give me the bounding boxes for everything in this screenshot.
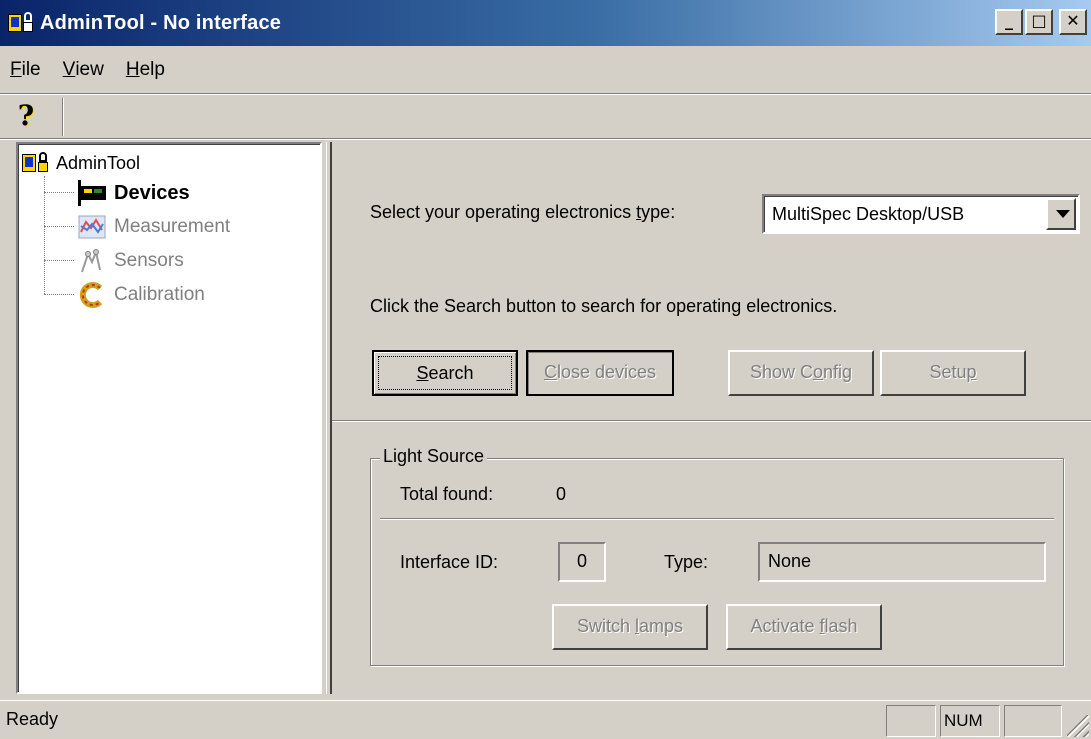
admintool-app-icon[interactable] [8,10,34,36]
status-bar: Ready NUM [0,700,1091,739]
setup-accel: p [966,362,977,382]
electronics-type-label: Select your operating electronics type: [370,202,675,223]
tree-item-sensors-label: Sensors [114,250,184,271]
search-hint-text: Click the Search button to search for op… [370,296,838,316]
show-config-pre: Show C [749,362,813,382]
activate-flash-rest: lash [824,616,858,636]
menu-file-rest: ile [21,59,41,80]
menu-help[interactable]: Help [126,59,165,81]
maximize-icon: □ [1031,11,1047,30]
interface-id-field: 0 [558,542,606,582]
measurement-chart-icon [78,214,106,240]
setup-pre: Setu [929,362,967,382]
tree-item-measurement-label: Measurement [114,216,231,237]
search-button-focus: Search [378,356,512,390]
tree-connector [44,294,74,295]
menu-file-accel: F [10,59,22,80]
electronics-type-label-post: ype: [641,202,676,222]
status-pane-scroll [1004,705,1062,737]
close-devices-rest: lose devices [556,362,657,382]
menu-view-rest: iew [75,59,104,80]
tree-connector [44,226,74,227]
type-value: None [768,551,812,571]
minimize-button[interactable]: _ [995,9,1023,35]
tree-connector [44,192,74,193]
menu-file[interactable]: File [10,59,41,81]
toolbar-divider [62,98,64,136]
menu-help-accel: H [125,59,140,80]
toolbar-separator [0,138,1091,140]
toolbar: ? [0,96,1091,140]
electronics-type-value: MultiSpec Desktop/USB [772,204,965,224]
tree-item-devices-label: Devices [114,181,190,204]
switch-lamps-pre: Switch [576,616,635,636]
minimize-icon: _ [1005,11,1013,30]
show-config-accel: o [812,362,823,382]
light-source-divider [380,518,1054,520]
status-pane-caps [886,705,936,737]
menu-view[interactable]: View [63,59,104,81]
menu-help-rest: elp [139,59,165,80]
light-source-title: Light Source [380,446,488,467]
tree-item-calibration-label: Calibration [114,284,205,305]
tree-connector [44,176,45,294]
menu-bar: File View Help [0,50,1091,90]
resize-grip-icon[interactable] [1067,715,1089,737]
close-button[interactable]: ✕ [1059,9,1087,35]
search-button[interactable]: Search [372,350,518,396]
window-controls: _ □ ✕ [995,9,1087,35]
switch-lamps-rest: amps [639,616,684,636]
navigation-tree[interactable]: AdminTool Devices Measurement Sensors Ca… [16,142,322,694]
tree-root-admintool[interactable]: AdminTool [22,150,140,176]
search-button-rest: earch [428,363,474,383]
tree-item-devices[interactable]: Devices [78,180,190,206]
close-devices-button[interactable]: Close devices [526,350,674,396]
help-question-icon: ? [17,99,35,132]
interface-id-value: 0 [576,551,587,571]
search-button-accel: S [416,363,429,383]
status-pane-num: NUM [940,705,1000,737]
interface-id-label: Interface ID: [400,552,499,572]
tree-item-measurement[interactable]: Measurement [78,214,230,240]
tree-connector [44,260,74,261]
panel-splitter[interactable] [326,142,332,694]
setup-button[interactable]: Setup [880,350,1026,396]
tree-item-sensors[interactable]: Sensors [78,248,184,274]
tree-item-calibration[interactable]: Calibration [78,282,205,308]
total-found-label: Total found: [400,484,494,504]
help-toolbar-button[interactable]: ? [8,99,44,133]
section-separator [332,420,1091,422]
activate-flash-pre: Activate [750,616,820,636]
show-config-button[interactable]: Show Config [728,350,874,396]
type-field: None [758,542,1046,582]
status-text: Ready [6,709,59,729]
electronics-type-select[interactable]: MultiSpec Desktop/USB [762,194,1080,234]
admintool-icon [22,150,50,176]
devices-card-icon [78,180,106,206]
activate-flash-button[interactable]: Activate flash [726,604,882,650]
calibration-c-icon [78,282,106,308]
electronics-type-label-pre: Select your operating electronics [370,202,637,222]
title-bar[interactable]: AdminTool - No interface _ □ ✕ [0,0,1091,46]
sensors-probe-icon [78,248,106,274]
tree-root-label: AdminTool [56,152,141,173]
dropdown-arrow-icon[interactable] [1046,198,1076,230]
total-found-value: 0 [556,484,567,504]
menu-view-accel: V [62,59,76,80]
maximize-button[interactable]: □ [1025,9,1053,35]
type-label: Type: [664,552,709,572]
show-config-rest: nfig [823,362,853,382]
close-devices-accel: C [543,362,557,382]
menu-separator [0,93,1091,95]
num-lock-indicator: NUM [944,711,983,730]
switch-lamps-button[interactable]: Switch lamps [552,604,708,650]
window-title: AdminTool - No interface [40,11,282,34]
close-icon: ✕ [1066,11,1080,30]
